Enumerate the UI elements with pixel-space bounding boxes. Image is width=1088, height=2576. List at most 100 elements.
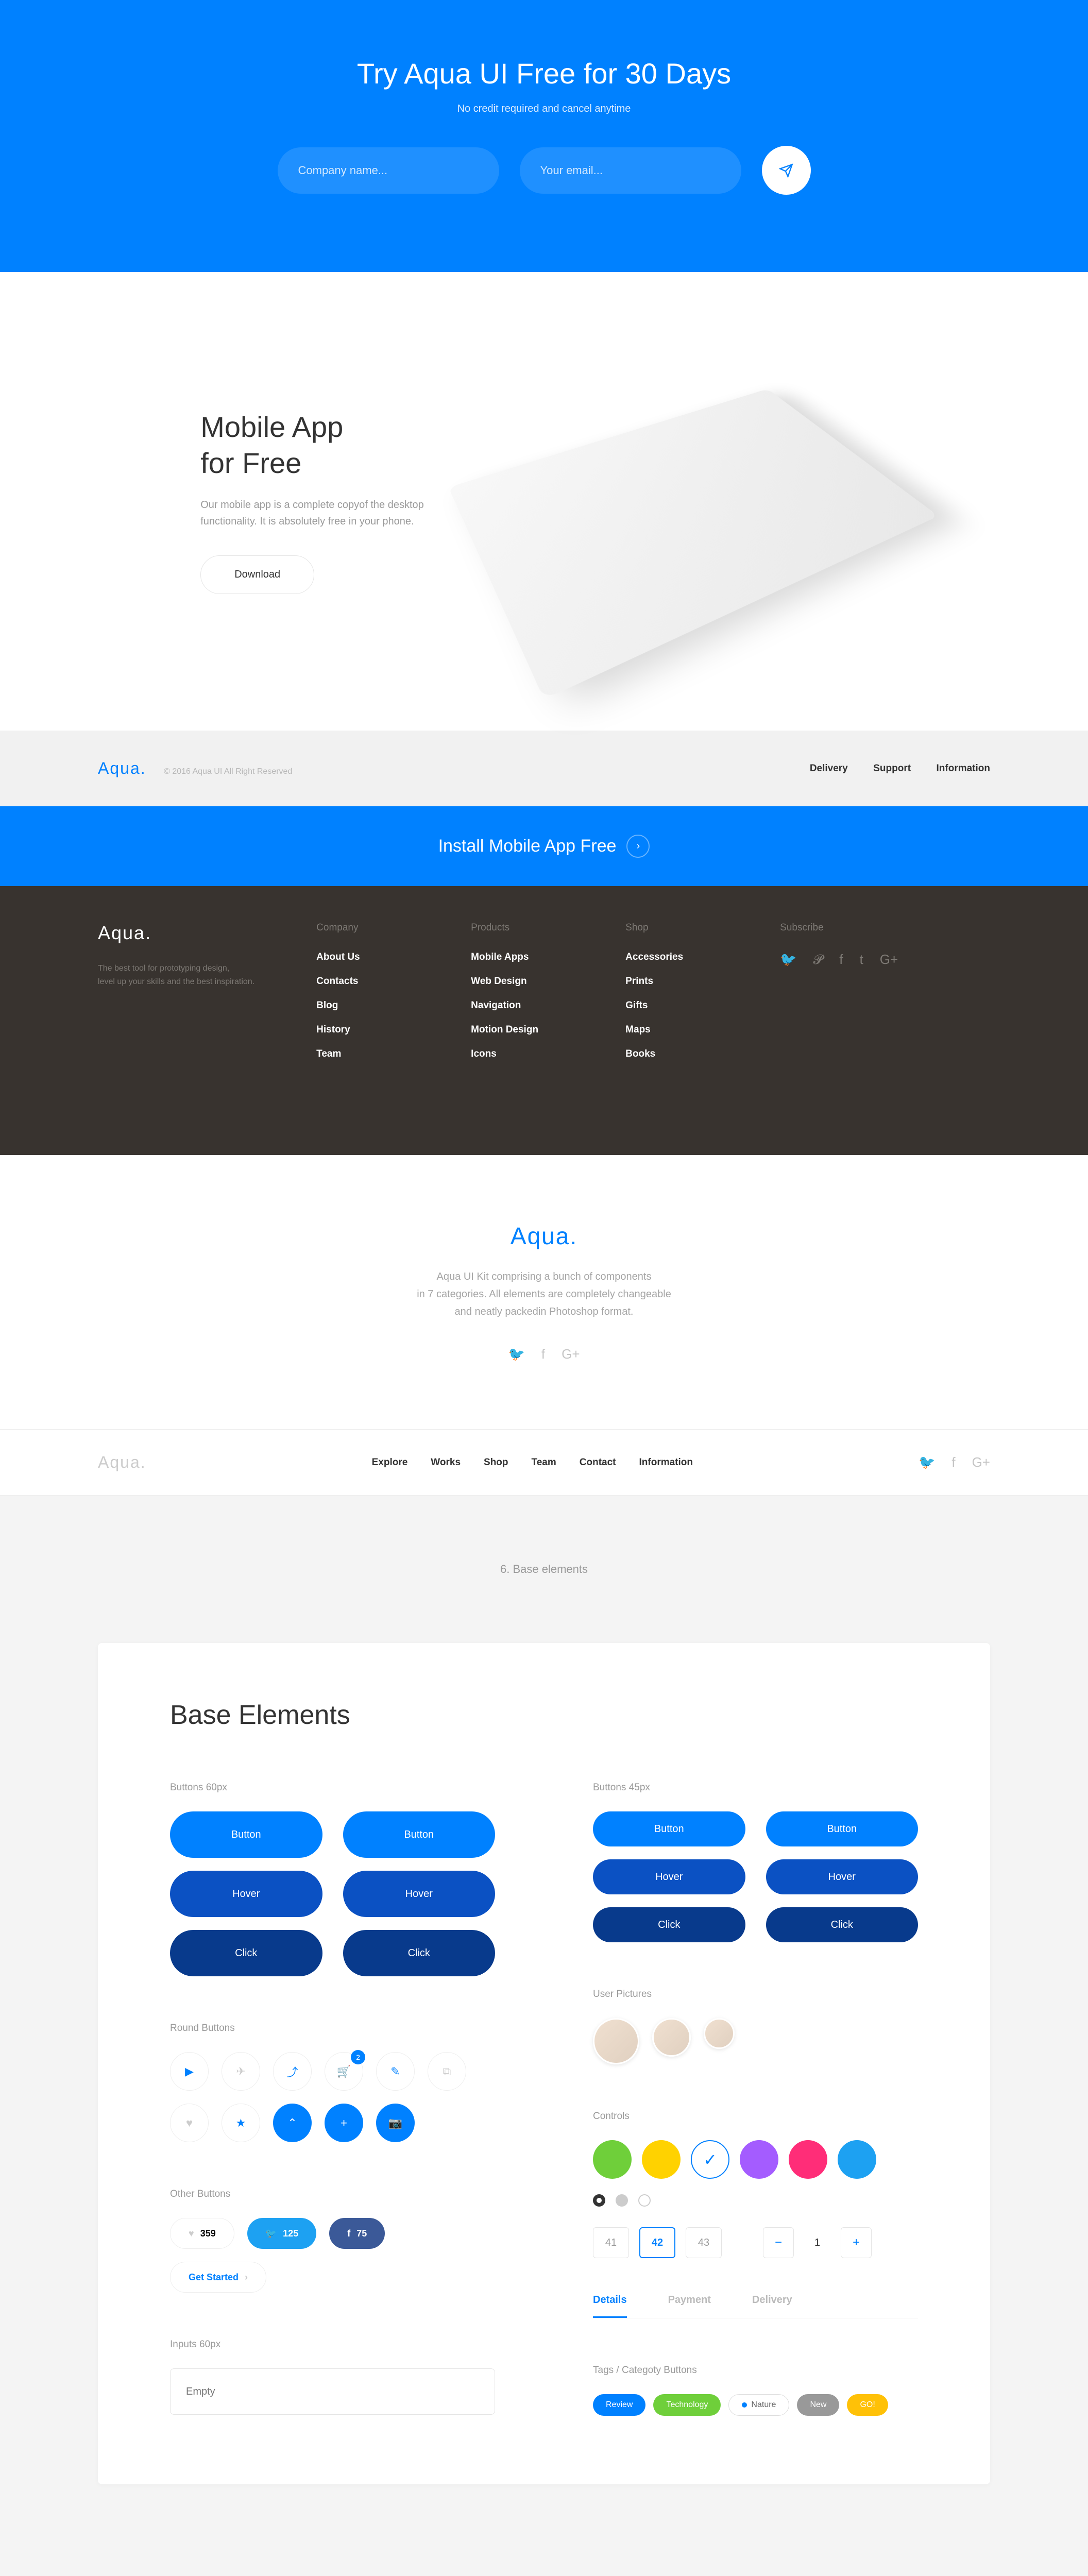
- share-button[interactable]: ⤴: [273, 2052, 312, 2091]
- button-click-sm[interactable]: Click: [766, 1907, 919, 1942]
- tumblr-icon[interactable]: t: [860, 952, 863, 968]
- nav-works[interactable]: Works: [431, 1457, 461, 1468]
- googleplus-icon[interactable]: G+: [972, 1454, 990, 1470]
- pinterest-icon[interactable]: 𝓟: [813, 952, 823, 968]
- chevron-right-icon: ›: [245, 2272, 248, 2283]
- link-maps[interactable]: Maps: [625, 1024, 718, 1036]
- link-team[interactable]: Team: [316, 1048, 409, 1060]
- input-empty[interactable]: [170, 2368, 495, 2415]
- play-button[interactable]: ▶: [170, 2052, 209, 2091]
- radio-selected[interactable]: [593, 2194, 605, 2207]
- star-button[interactable]: ★: [222, 2104, 260, 2142]
- twitter-icon[interactable]: 🐦: [919, 1454, 935, 1470]
- tag-nature[interactable]: Nature: [728, 2394, 789, 2416]
- camera-button[interactable]: 📷: [376, 2104, 415, 2142]
- link-webdesign[interactable]: Web Design: [471, 976, 564, 987]
- install-banner[interactable]: Install Mobile App Free ›: [0, 806, 1088, 886]
- swatch-purple[interactable]: [740, 2140, 778, 2179]
- link-delivery[interactable]: Delivery: [810, 763, 848, 774]
- plus-button[interactable]: +: [841, 2227, 872, 2258]
- tagline: The best tool for prototyping design,lev…: [98, 962, 254, 988]
- button-hover-sm[interactable]: Hover: [766, 1859, 919, 1894]
- page-41[interactable]: 41: [593, 2227, 629, 2258]
- send-button[interactable]: ✈: [222, 2052, 260, 2091]
- edit-button[interactable]: ✎: [376, 2052, 415, 2091]
- button-hover[interactable]: Hover: [170, 1871, 322, 1917]
- tag-go[interactable]: GO!: [847, 2394, 888, 2416]
- col-company-header: Company: [316, 922, 409, 934]
- link-mobileapps[interactable]: Mobile Apps: [471, 952, 564, 963]
- tab-details[interactable]: Details: [593, 2294, 627, 2318]
- tag-new[interactable]: New: [797, 2394, 839, 2416]
- link-prints[interactable]: Prints: [625, 976, 718, 987]
- download-button[interactable]: Download: [200, 555, 314, 594]
- button-default[interactable]: Button: [343, 1811, 496, 1858]
- twitter-pill[interactable]: 🐦125: [247, 2218, 316, 2249]
- getstarted-button[interactable]: Get Started›: [170, 2262, 266, 2293]
- link-navigation[interactable]: Navigation: [471, 1000, 564, 1011]
- swatch-pink[interactable]: [789, 2140, 827, 2179]
- nav-contact[interactable]: Contact: [580, 1457, 616, 1468]
- add-button[interactable]: +: [325, 2104, 363, 2142]
- copy-button[interactable]: ⧉: [428, 2052, 466, 2091]
- avatar: [704, 2018, 735, 2049]
- nav-team[interactable]: Team: [532, 1457, 556, 1468]
- swatch-green[interactable]: [593, 2140, 632, 2179]
- link-motion[interactable]: Motion Design: [471, 1024, 564, 1036]
- tag-technology[interactable]: Technology: [653, 2394, 721, 2416]
- facebook-icon[interactable]: f: [951, 1454, 955, 1470]
- link-contacts[interactable]: Contacts: [316, 976, 409, 987]
- tab-payment[interactable]: Payment: [668, 2294, 711, 2318]
- button-hover[interactable]: Hover: [343, 1871, 496, 1917]
- link-accessories[interactable]: Accessories: [625, 952, 718, 963]
- button-click[interactable]: Click: [343, 1930, 496, 1976]
- link-blog[interactable]: Blog: [316, 1000, 409, 1011]
- label-userpics: User Pictures: [593, 1989, 918, 2000]
- footer-nav: Delivery Support Information: [787, 763, 990, 774]
- stepper-value: 1: [804, 2237, 830, 2249]
- nav-shop[interactable]: Shop: [484, 1457, 508, 1468]
- facebook-pill[interactable]: f75: [329, 2218, 385, 2249]
- twitter-icon[interactable]: 🐦: [508, 1346, 524, 1362]
- link-icons[interactable]: Icons: [471, 1048, 564, 1060]
- minus-button[interactable]: −: [763, 2227, 794, 2258]
- twitter-icon: 🐦: [265, 2228, 277, 2239]
- button-default[interactable]: Button: [170, 1811, 322, 1858]
- link-information[interactable]: Information: [937, 763, 991, 774]
- googleplus-icon[interactable]: G+: [880, 952, 898, 968]
- page-42[interactable]: 42: [639, 2227, 675, 2258]
- radio[interactable]: [616, 2194, 628, 2207]
- link-about[interactable]: About Us: [316, 952, 409, 963]
- submit-button[interactable]: [762, 146, 811, 195]
- facebook-icon[interactable]: f: [839, 952, 843, 968]
- tag-review[interactable]: Review: [593, 2394, 645, 2416]
- button-default-sm[interactable]: Button: [593, 1811, 745, 1846]
- facebook-icon[interactable]: f: [541, 1346, 545, 1362]
- up-button[interactable]: ⌃: [273, 2104, 312, 2142]
- button-click-sm[interactable]: Click: [593, 1907, 745, 1942]
- like-pill[interactable]: ♥359: [170, 2218, 234, 2249]
- swatch-selected[interactable]: ✓: [691, 2140, 729, 2179]
- center-brand: Aqua. Aqua UI Kit comprising a bunch of …: [0, 1155, 1088, 1429]
- heart-button[interactable]: ♥: [170, 2104, 209, 2142]
- button-click[interactable]: Click: [170, 1930, 322, 1976]
- swatch-yellow[interactable]: [642, 2140, 681, 2179]
- button-hover-sm[interactable]: Hover: [593, 1859, 745, 1894]
- googleplus-icon[interactable]: G+: [562, 1346, 580, 1362]
- swatch-blue[interactable]: [838, 2140, 876, 2179]
- link-support[interactable]: Support: [873, 763, 911, 774]
- link-history[interactable]: History: [316, 1024, 409, 1036]
- tab-delivery[interactable]: Delivery: [752, 2294, 792, 2318]
- link-books[interactable]: Books: [625, 1048, 718, 1060]
- cart-button[interactable]: 🛒2: [325, 2052, 363, 2091]
- nav-information[interactable]: Information: [639, 1457, 693, 1468]
- button-default-sm[interactable]: Button: [766, 1811, 919, 1846]
- label-roundbuttons: Round Buttons: [170, 2023, 495, 2034]
- link-gifts[interactable]: Gifts: [625, 1000, 718, 1011]
- company-input[interactable]: [278, 147, 499, 194]
- nav-explore[interactable]: Explore: [372, 1457, 408, 1468]
- twitter-icon[interactable]: 🐦: [780, 952, 796, 968]
- page-43[interactable]: 43: [686, 2227, 722, 2258]
- radio[interactable]: [638, 2194, 651, 2207]
- email-input[interactable]: [520, 147, 741, 194]
